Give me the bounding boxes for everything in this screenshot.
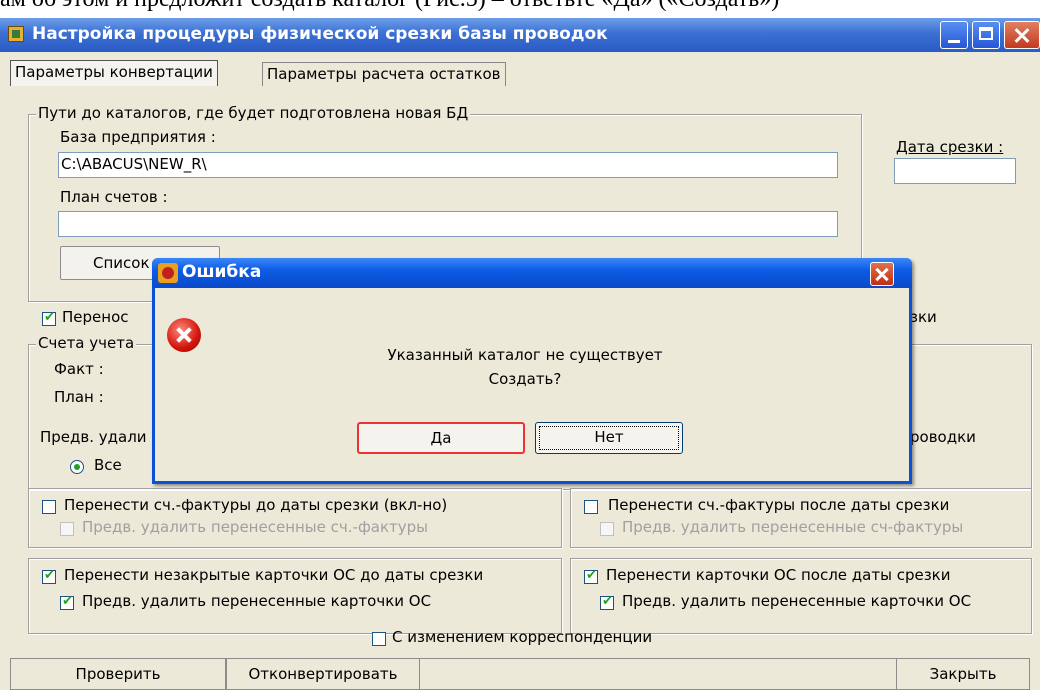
- cut-date-label: Дата срезки :: [896, 138, 1004, 156]
- postings-label: роводки: [910, 428, 976, 446]
- bottom-button-bar: Проверить Отконвертировать Закрыть: [10, 658, 1030, 690]
- invoices-after-label: Перенести сч.-фактуры после даты срезки: [608, 496, 950, 514]
- maximize-icon[interactable]: [972, 21, 1000, 49]
- os-after-checkbox[interactable]: [584, 568, 598, 584]
- dialog-title: Ошибка: [182, 262, 262, 282]
- correspondence-checkbox[interactable]: [372, 632, 386, 646]
- chart-of-accounts-input[interactable]: [58, 211, 838, 237]
- chart-of-accounts-label: План счетов :: [60, 188, 168, 206]
- transfer-label: Перенос: [62, 308, 129, 326]
- no-button[interactable]: Нет: [535, 422, 683, 454]
- app-icon: [8, 26, 24, 42]
- invoices-before-label: Перенести сч.-фактуры до даты срезки (вк…: [64, 496, 448, 514]
- invoices-before-checkbox[interactable]: [42, 500, 56, 514]
- pred-delete-label: Предв. удали: [40, 428, 147, 446]
- os-before-sub-label: Предв. удалить перенесенные карточки ОС: [82, 592, 432, 610]
- close-icon[interactable]: [1004, 21, 1040, 49]
- window-titlebar[interactable]: Настройка процедуры физической срезки ба…: [0, 18, 1040, 52]
- accounts-group-legend: Счета учета: [36, 334, 137, 352]
- fact-label: Факт :: [54, 360, 104, 378]
- minimize-icon[interactable]: [940, 21, 968, 49]
- bottom-bar-spacer: [420, 658, 896, 690]
- invoices-after-sub-checkbox[interactable]: [600, 522, 614, 536]
- invoices-after-checkbox[interactable]: [584, 500, 598, 514]
- os-after-label: Перенести карточки ОС после даты срезки: [606, 566, 951, 584]
- enterprise-db-label: База предприятия :: [60, 128, 216, 146]
- convert-button[interactable]: Отконвертировать: [226, 658, 420, 690]
- settings-window: Настройка процедуры физической срезки ба…: [0, 18, 1040, 690]
- os-before-label: Перенести незакрытые карточки ОС до даты…: [64, 566, 484, 584]
- window-title: Настройка процедуры физической срезки ба…: [32, 24, 608, 44]
- transfer-checkbox[interactable]: [42, 310, 56, 326]
- radio-all-label: Все: [94, 456, 122, 474]
- document-caption-text: ам об этом и предложит создать каталог (…: [0, 0, 1040, 20]
- invoices-after-sub-label: Предв. удалить перенесенные сч-фактуры: [622, 518, 964, 536]
- dialog-app-icon: [158, 263, 178, 283]
- cut-date-input[interactable]: [894, 158, 1016, 184]
- correspondence-label: С изменением корреспонденции: [392, 628, 653, 646]
- tab-conversion-params[interactable]: Параметры конвертации: [10, 60, 218, 86]
- error-dialog: Ошибка Указанный каталог не существует С…: [152, 258, 912, 484]
- os-before-checkbox[interactable]: [42, 568, 56, 584]
- dialog-message-line1: Указанный каталог не существует: [387, 346, 663, 364]
- invoices-before-sub-checkbox[interactable]: [60, 522, 74, 536]
- os-after-sub-checkbox[interactable]: [600, 594, 614, 610]
- check-button[interactable]: Проверить: [10, 658, 226, 690]
- dialog-close-icon[interactable]: [870, 262, 894, 286]
- yes-button[interactable]: Да: [357, 422, 525, 454]
- radio-all[interactable]: [70, 460, 84, 474]
- dialog-titlebar[interactable]: Ошибка: [152, 258, 912, 288]
- dialog-message-line2: Создать?: [488, 370, 562, 388]
- os-after-sub-label: Предв. удалить перенесенные карточки ОС: [622, 592, 972, 610]
- invoices-before-sub-label: Предв. удалить перенесенные сч.-фактуры: [82, 518, 428, 536]
- os-before-sub-checkbox[interactable]: [60, 594, 74, 610]
- transfer-right-label: зки: [910, 308, 937, 326]
- enterprise-db-input[interactable]: C:\ABACUS\NEW_R\: [58, 152, 838, 178]
- error-icon: [167, 318, 201, 352]
- close-button[interactable]: Закрыть: [896, 658, 1030, 690]
- plan-label: План :: [54, 388, 104, 406]
- paths-group-legend: Пути до каталогов, где будет подготовлен…: [36, 104, 471, 122]
- tab-balance-params[interactable]: Параметры расчета остатков: [262, 62, 506, 86]
